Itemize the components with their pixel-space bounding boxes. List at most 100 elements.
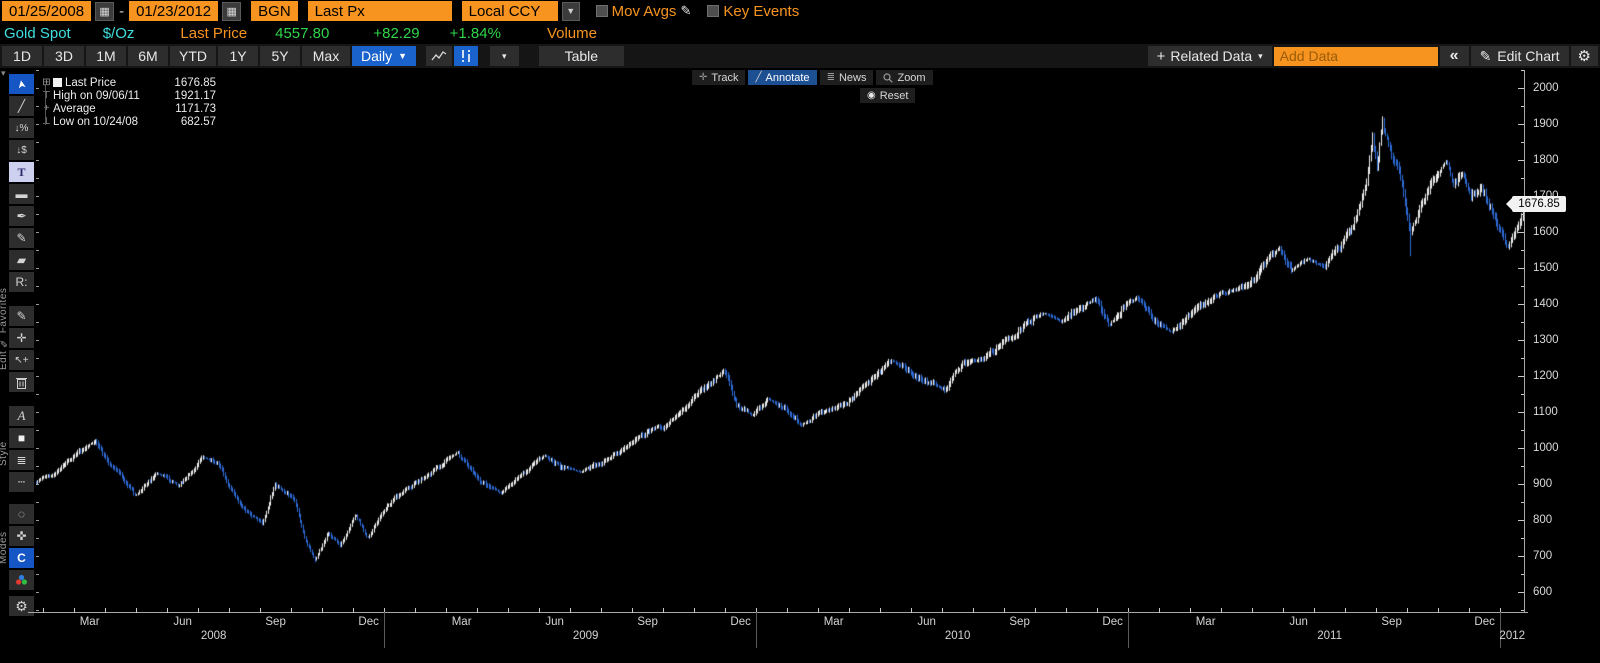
add-data-input[interactable]	[1273, 46, 1438, 66]
dash-style-tool-button[interactable]: ┄	[9, 472, 34, 492]
year-label: 2012	[1499, 630, 1526, 642]
legend-row-low[interactable]: ⊥ Low on 10/24/08 682.57	[40, 115, 216, 128]
start-calendar-icon[interactable]: ▦	[95, 1, 115, 21]
edit-chart-button[interactable]: ✎ Edit Chart	[1470, 46, 1569, 66]
plot-left-tick	[36, 412, 39, 414]
source-field[interactable]: BGN	[251, 1, 298, 21]
y-tick	[1518, 520, 1524, 522]
month-label: Mar	[79, 616, 100, 628]
delete-tool-button[interactable]	[9, 372, 34, 392]
pen-tool-button[interactable]: ✎	[9, 228, 34, 248]
series-swatch	[53, 78, 62, 87]
range-max-button[interactable]: Max	[302, 46, 350, 66]
annotate-button[interactable]: ╱ Annotate	[748, 70, 817, 85]
news-button[interactable]: ≣ News	[819, 70, 874, 85]
table-button[interactable]: Table	[538, 46, 625, 66]
chart-plot-area[interactable]	[36, 70, 1524, 612]
x-tick	[291, 608, 293, 613]
y-tick	[1521, 214, 1524, 216]
ellipse-mode-tool-button[interactable]: ◌	[9, 504, 34, 524]
ohlc-bar-icon	[462, 50, 470, 62]
cursor-icon: ➤	[15, 78, 29, 90]
price-change-pct: +1.84%	[449, 24, 501, 42]
period-dropdown[interactable]: Daily ▼	[352, 46, 417, 66]
y-tick	[1521, 538, 1524, 540]
y-tick	[1518, 304, 1524, 306]
currency-field[interactable]: Local CCY	[461, 1, 558, 21]
drawing-sidebar: ▾ ✎ Favorites Edit Style Modes ➤ ╱ ↓% ↓$…	[0, 68, 36, 663]
volume-label: Volume	[546, 24, 597, 42]
line-chart-type-button[interactable]	[426, 46, 453, 66]
text-tool-button[interactable]: T	[9, 162, 34, 182]
x-tick	[1438, 608, 1440, 613]
x-tick	[1314, 608, 1316, 613]
start-date-field[interactable]: 01/25/2008	[2, 1, 92, 21]
text-style-tool-button[interactable]: A	[9, 406, 34, 426]
cursor-tool-button[interactable]: ➤	[9, 74, 34, 94]
line-weight-icon: ≣	[16, 453, 27, 467]
horizontal-line-tool-button[interactable]: ▬	[9, 184, 34, 204]
range-5y-button[interactable]: 5Y	[260, 46, 300, 66]
mov-avgs-checkbox[interactable]	[595, 5, 608, 17]
currency-dropdown-caret-icon[interactable]: ▼	[561, 1, 580, 21]
price-type-field[interactable]: Last Px	[307, 1, 452, 21]
color-mode-tool-button[interactable]	[9, 570, 34, 590]
collapse-panel-button[interactable]: «	[1439, 46, 1469, 66]
y-tick	[1521, 358, 1524, 360]
settings-tool-button[interactable]: ⚙	[9, 596, 34, 616]
security-bar: Gold Spot $/Oz Last Price 4557.80 +82.29…	[0, 22, 1600, 44]
legend-row-high[interactable]: ⊤ High on 09/06/11 1921.17	[40, 89, 216, 102]
chart-type-caret-button[interactable]: ▾	[490, 46, 519, 66]
end-calendar-icon[interactable]: ▦	[222, 1, 242, 21]
month-label: Sep	[1009, 616, 1030, 628]
x-tick	[1159, 608, 1161, 613]
annotate-toolbar: ✛ Track ╱ Annotate ≣ News Zoom	[692, 70, 933, 85]
track-button[interactable]: ✛ Track	[692, 70, 746, 85]
note-price-tool-button[interactable]: ↓$	[9, 140, 34, 160]
zoom-button[interactable]: Zoom	[876, 70, 933, 85]
marker-tool-button[interactable]: ✒	[9, 206, 34, 226]
price-bars-canvas[interactable]	[36, 70, 1524, 612]
security-unit: $/Oz	[102, 24, 135, 42]
legend-expand-icon[interactable]: ⊞	[40, 77, 53, 88]
y-tick	[1518, 448, 1524, 450]
trendline-tool-button[interactable]: ╱	[9, 96, 34, 116]
chart-legend[interactable]: ⊞ Last Price 1676.85 ⊤ High on 09/06/11 …	[40, 76, 216, 128]
retracement-percent-icon: ↓%	[14, 122, 29, 134]
y-tick	[1518, 592, 1524, 594]
move-tool-button[interactable]: ✛	[9, 328, 34, 348]
range-ytd-button[interactable]: YTD	[170, 46, 216, 66]
fill-style-tool-button[interactable]: ■	[9, 428, 34, 448]
sidebar-caret-icon[interactable]: ▾	[1, 68, 6, 79]
range-1y-button[interactable]: 1Y	[218, 46, 258, 66]
anchor-mode-tool-button[interactable]: ✜	[9, 526, 34, 546]
range-1d-button[interactable]: 1D	[2, 46, 42, 66]
reset-button[interactable]: ◉ Reset	[860, 88, 916, 103]
range-1m-button[interactable]: 1M	[86, 46, 126, 66]
security-name: Gold Spot	[4, 24, 71, 42]
line-style-tool-button[interactable]: ≣	[9, 450, 34, 470]
mov-avgs-pencil-icon[interactable]: ✎	[680, 3, 691, 19]
month-label: Mar	[451, 616, 472, 628]
x-tick	[74, 608, 76, 613]
range-3d-button[interactable]: 3D	[44, 46, 84, 66]
legend-row-average[interactable]: + Average 1171.73	[40, 102, 216, 115]
y-tick	[1521, 466, 1524, 468]
x-tick	[539, 608, 541, 613]
edit-pencil-tool-button[interactable]: ✎	[9, 306, 34, 326]
key-events-checkbox[interactable]	[707, 5, 720, 17]
reset-icon: ◉	[867, 90, 876, 101]
end-date-field[interactable]: 01/23/2012	[129, 1, 219, 21]
chart-settings-button[interactable]: ⚙	[1570, 46, 1598, 66]
legend-row-last-price[interactable]: ⊞ Last Price 1676.85	[40, 76, 216, 89]
bar-chart-type-button[interactable]	[454, 46, 479, 66]
regression-tool-button[interactable]: R:	[9, 272, 34, 292]
related-data-button[interactable]: + Related Data ▾	[1147, 46, 1272, 66]
note-percent-tool-button[interactable]: ↓%	[9, 118, 34, 138]
select-add-tool-button[interactable]: ↖+	[9, 350, 34, 370]
candle-mode-tool-button[interactable]: C	[9, 548, 34, 568]
month-label: Sep	[1381, 616, 1402, 628]
plot-left-tick	[36, 376, 39, 378]
channel-tool-button[interactable]: ▰	[9, 250, 34, 270]
range-6m-button[interactable]: 6M	[128, 46, 168, 66]
